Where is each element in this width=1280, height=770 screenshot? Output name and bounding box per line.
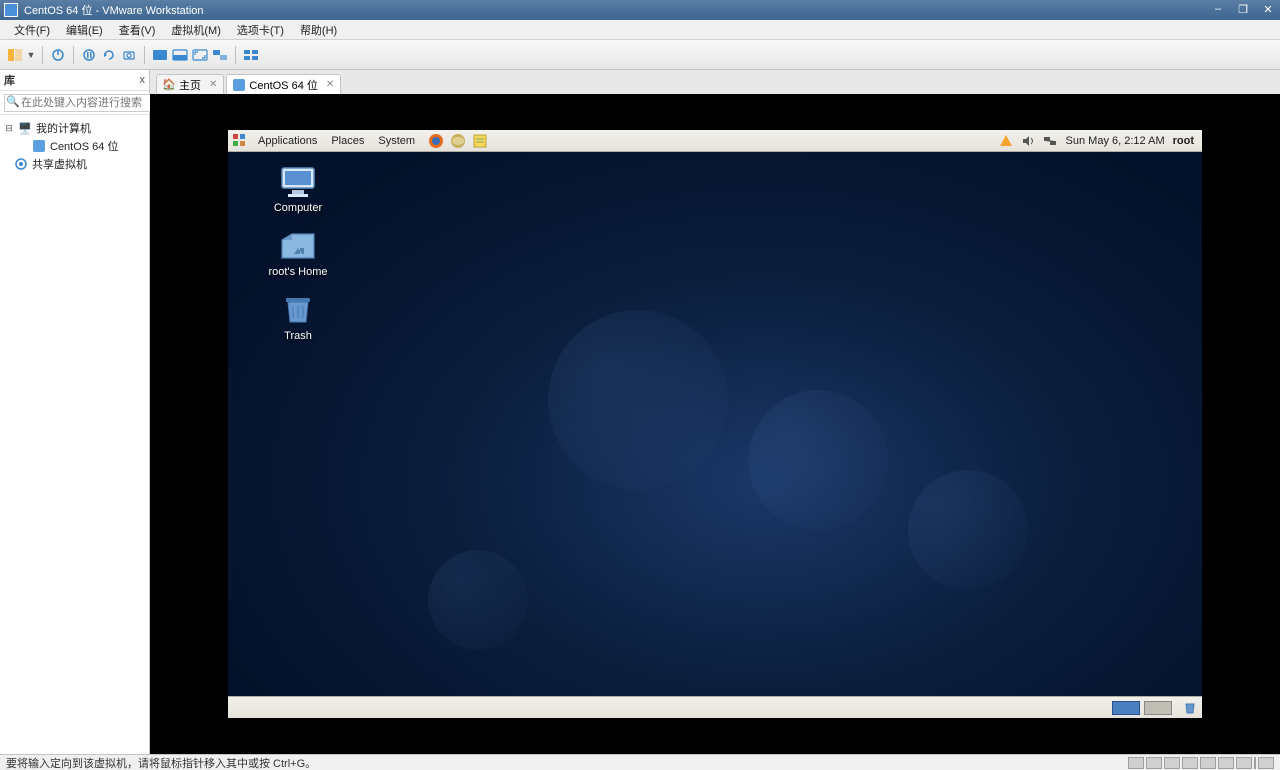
tab-centos[interactable]: CentOS 64 位 ✕ <box>226 74 341 94</box>
menu-applications[interactable]: Applications <box>252 133 323 149</box>
status-hint: 要将输入定向到该虚拟机，请将鼠标指针移入其中或按 Ctrl+G。 <box>6 755 316 770</box>
menu-vm[interactable]: 虚拟机(M) <box>163 20 229 40</box>
volume-icon[interactable] <box>1020 133 1036 149</box>
window-title: CentOS 64 位 - VMware Workstation <box>24 2 204 18</box>
status-message-icon[interactable] <box>1258 757 1274 769</box>
window-minimize-button[interactable]: – <box>1206 0 1230 18</box>
tab-label: CentOS 64 位 <box>249 77 317 93</box>
search-icon: 🔍 <box>6 95 20 108</box>
gnome-top-panel: Applications Places System <box>228 130 1202 152</box>
content-area: 🏠 主页 ✕ CentOS 64 位 ✕ Applicati <box>150 70 1280 754</box>
sidebar-close-button[interactable]: x <box>140 74 146 86</box>
menu-places[interactable]: Places <box>325 133 370 149</box>
window-titlebar: CentOS 64 位 - VMware Workstation – ❐ ✕ <box>0 0 1280 20</box>
tree-label: 共享虚拟机 <box>32 156 87 172</box>
update-notifier-icon[interactable] <box>998 133 1014 149</box>
menu-system[interactable]: System <box>372 133 421 149</box>
view-summary-icon[interactable] <box>171 46 189 64</box>
tree-my-computer[interactable]: ⊟ 🖥️ 我的计算机 <box>4 119 145 137</box>
unity-icon[interactable] <box>211 46 229 64</box>
gnome-foot-icon[interactable] <box>232 133 248 149</box>
tree-label: CentOS 64 位 <box>50 138 118 154</box>
home-icon: 🏠 <box>163 79 175 91</box>
status-printer-icon[interactable] <box>1236 757 1252 769</box>
window-maximize-button[interactable]: ❐ <box>1231 0 1255 18</box>
desktop-icon-label: root's Home <box>269 266 328 278</box>
sidebar-header: 库 x <box>0 70 149 91</box>
dropdown-icon[interactable]: ▼ <box>26 46 36 64</box>
power-on-icon[interactable] <box>49 46 67 64</box>
tree-collapse-icon[interactable]: ⊟ <box>4 123 14 134</box>
workspace-2[interactable] <box>1144 701 1172 715</box>
status-cd-icon[interactable] <box>1146 757 1162 769</box>
fullscreen-icon[interactable] <box>191 46 209 64</box>
tree-shared-vms[interactable]: 共享虚拟机 <box>4 155 145 173</box>
snapshot-icon[interactable] <box>120 46 138 64</box>
statusbar: 要将输入定向到该虚拟机，请将鼠标指针移入其中或按 Ctrl+G。 <box>0 754 1280 770</box>
vm-icon <box>32 139 46 153</box>
guest-desktop[interactable]: Applications Places System <box>228 130 1202 718</box>
view-console-icon[interactable] <box>151 46 169 64</box>
sidebar-title: 库 <box>4 72 15 88</box>
desktop-icon-label: Trash <box>284 330 312 342</box>
user-menu[interactable]: root <box>1173 135 1194 147</box>
vm-console[interactable]: Applications Places System <box>150 94 1280 754</box>
panel-trash-icon[interactable] <box>1182 700 1198 716</box>
workspace-switcher <box>1112 700 1198 716</box>
desktop-home-icon[interactable]: root's Home <box>258 230 338 278</box>
tree-label: 我的计算机 <box>36 120 91 136</box>
shared-icon <box>14 157 28 171</box>
window-close-button[interactable]: ✕ <box>1256 0 1280 18</box>
status-hdd-icon[interactable] <box>1128 757 1144 769</box>
library-tree: ⊟ 🖥️ 我的计算机 CentOS 64 位 共享虚拟机 <box>0 115 149 754</box>
toolbar: ▼ <box>0 40 1280 70</box>
menubar: 文件(F) 编辑(E) 查看(V) 虚拟机(M) 选项卡(T) 帮助(H) <box>0 20 1280 40</box>
reset-icon[interactable] <box>100 46 118 64</box>
sidebar-search-input[interactable] <box>4 94 168 112</box>
thumbnail-icon[interactable] <box>242 46 260 64</box>
tab-label: 主页 <box>179 77 201 93</box>
gnome-bottom-panel <box>228 696 1202 718</box>
desktop-trash-icon[interactable]: Trash <box>258 294 338 342</box>
tree-vm-centos[interactable]: CentOS 64 位 <box>4 137 145 155</box>
vmware-icon <box>4 3 18 17</box>
evolution-launcher-icon[interactable] <box>449 132 467 150</box>
status-net-icon[interactable] <box>1182 757 1198 769</box>
show-desktop-icon[interactable] <box>232 700 248 716</box>
desktop-computer-icon[interactable]: Computer <box>258 166 338 214</box>
workspace-1[interactable] <box>1112 701 1140 715</box>
status-sound-icon[interactable] <box>1218 757 1234 769</box>
menu-tabs[interactable]: 选项卡(T) <box>229 20 292 40</box>
library-sidebar: 库 x 🔍 ▼ ⊟ 🖥️ 我的计算机 CentOS 64 位 共享虚拟机 <box>0 70 150 754</box>
status-usb-icon[interactable] <box>1200 757 1216 769</box>
menu-view[interactable]: 查看(V) <box>111 20 164 40</box>
computer-icon: 🖥️ <box>18 121 32 135</box>
tab-close-icon[interactable]: ✕ <box>326 79 334 90</box>
notes-launcher-icon[interactable] <box>471 132 489 150</box>
library-toggle-icon[interactable] <box>6 46 24 64</box>
firefox-launcher-icon[interactable] <box>427 132 445 150</box>
tab-home[interactable]: 🏠 主页 ✕ <box>156 74 224 94</box>
status-floppy-icon[interactable] <box>1164 757 1180 769</box>
network-icon[interactable] <box>1042 133 1058 149</box>
menu-edit[interactable]: 编辑(E) <box>58 20 111 40</box>
vm-tab-icon <box>233 79 245 91</box>
suspend-icon[interactable] <box>80 46 98 64</box>
tab-bar: 🏠 主页 ✕ CentOS 64 位 ✕ <box>150 70 1280 94</box>
menu-help[interactable]: 帮助(H) <box>292 20 345 40</box>
menu-file[interactable]: 文件(F) <box>6 20 58 40</box>
desktop-icon-label: Computer <box>274 202 322 214</box>
clock[interactable]: Sun May 6, 2:12 AM <box>1066 135 1165 147</box>
tab-close-icon[interactable]: ✕ <box>209 79 217 90</box>
